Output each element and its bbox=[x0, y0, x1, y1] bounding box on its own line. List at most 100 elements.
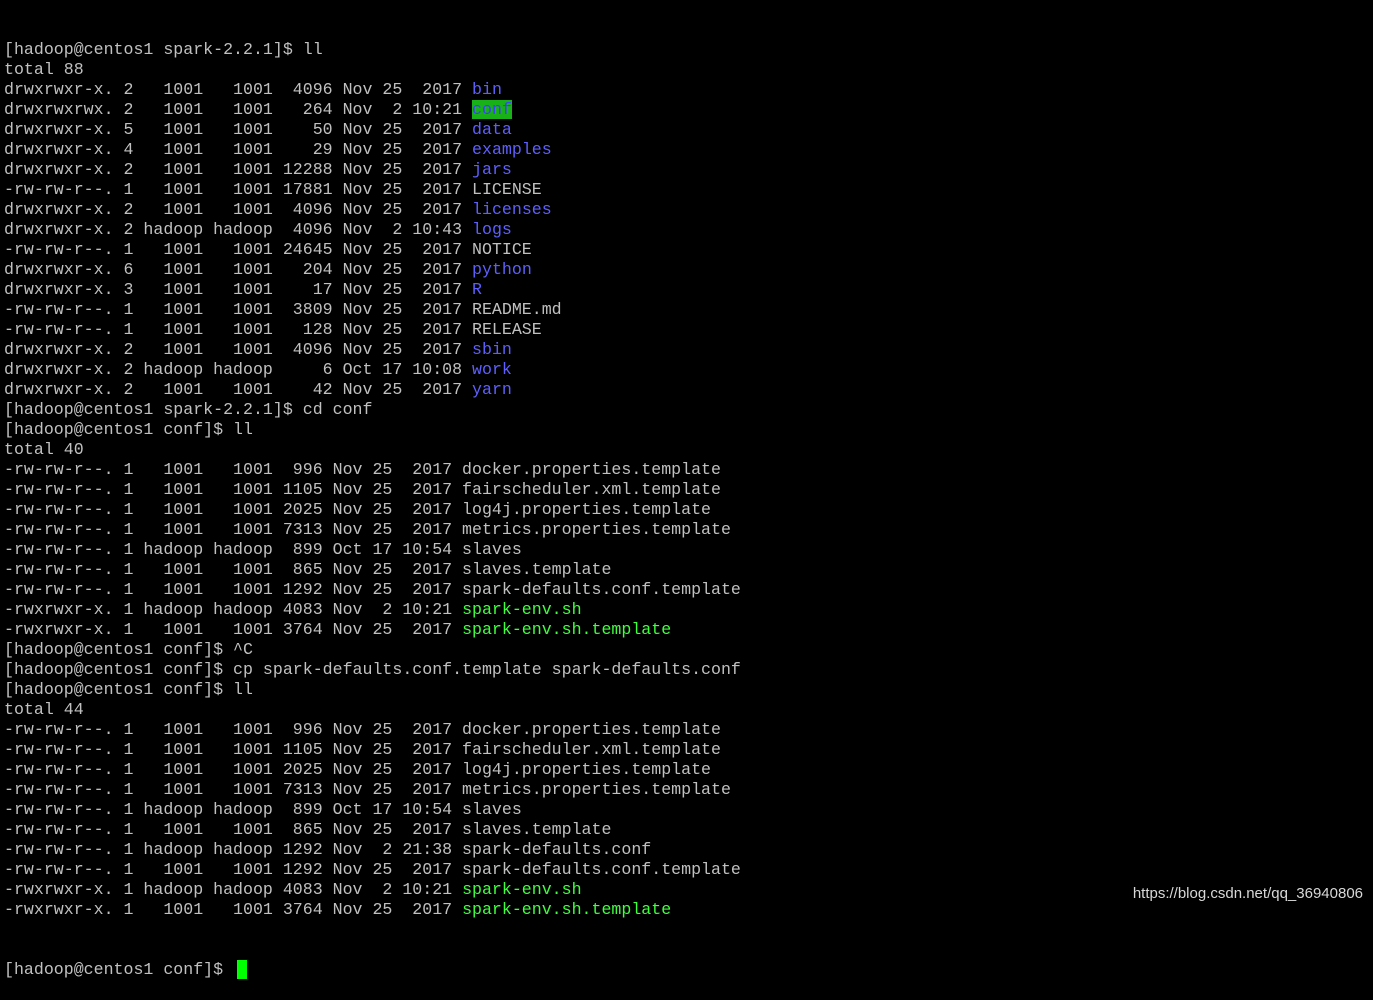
terminal-line: [hadoop@centos1 spark-2.2.1]$ ll bbox=[4, 40, 1373, 60]
line-text: -rw-rw-r--. 1 1001 1001 128 Nov 25 2017 … bbox=[4, 320, 542, 339]
terminal-line: drwxrwxr-x. 5 1001 1001 50 Nov 25 2017 d… bbox=[4, 120, 1373, 140]
directory-name: R bbox=[472, 280, 482, 299]
terminal-line: drwxrwxr-x. 2 hadoop hadoop 6 Oct 17 10:… bbox=[4, 360, 1373, 380]
directory-name: yarn bbox=[472, 380, 512, 399]
directory-name: work bbox=[472, 360, 512, 379]
line-text: -rw-rw-r--. 1 hadoop hadoop 1292 Nov 2 2… bbox=[4, 840, 652, 859]
terminal-line: -rw-rw-r--. 1 1001 1001 7313 Nov 25 2017… bbox=[4, 780, 1373, 800]
terminal-line: -rw-rw-r--. 1 1001 1001 2025 Nov 25 2017… bbox=[4, 500, 1373, 520]
line-text: -rw-rw-r--. 1 1001 1001 2025 Nov 25 2017… bbox=[4, 500, 712, 519]
terminal-line: -rw-rw-r--. 1 1001 1001 7313 Nov 25 2017… bbox=[4, 520, 1373, 540]
line-text: drwxrwxr-x. 2 1001 1001 42 Nov 25 2017 bbox=[4, 380, 473, 399]
directory-name: data bbox=[472, 120, 512, 139]
terminal-line: -rwxrwxr-x. 1 1001 1001 3764 Nov 25 2017… bbox=[4, 900, 1373, 920]
line-text: drwxrwxr-x. 2 1001 1001 4096 Nov 25 2017 bbox=[4, 200, 473, 219]
line-text: -rwxrwxr-x. 1 1001 1001 3764 Nov 25 2017 bbox=[4, 620, 463, 639]
terminal-line: -rw-rw-r--. 1 1001 1001 865 Nov 25 2017 … bbox=[4, 560, 1373, 580]
terminal-line: drwxrwxr-x. 4 1001 1001 29 Nov 25 2017 e… bbox=[4, 140, 1373, 160]
directory-name: conf bbox=[472, 100, 512, 119]
line-text: -rw-rw-r--. 1 1001 1001 2025 Nov 25 2017… bbox=[4, 760, 712, 779]
executable-file-name: spark-env.sh.template bbox=[462, 620, 672, 639]
line-text: -rw-rw-r--. 1 hadoop hadoop 899 Oct 17 1… bbox=[4, 800, 522, 819]
terminal-line: -rwxrwxr-x. 1 1001 1001 3764 Nov 25 2017… bbox=[4, 620, 1373, 640]
line-text: -rwxrwxr-x. 1 hadoop hadoop 4083 Nov 2 1… bbox=[4, 880, 463, 899]
line-text: drwxrwxr-x. 2 1001 1001 12288 Nov 25 201… bbox=[4, 160, 473, 179]
line-text: -rw-rw-r--. 1 1001 1001 1105 Nov 25 2017… bbox=[4, 480, 721, 499]
terminal-line: -rw-rw-r--. 1 1001 1001 1292 Nov 25 2017… bbox=[4, 860, 1373, 880]
terminal-line: [hadoop@centos1 conf]$ cp spark-defaults… bbox=[4, 660, 1373, 680]
terminal-line: -rw-rw-r--. 1 1001 1001 865 Nov 25 2017 … bbox=[4, 820, 1373, 840]
line-text: total 44 bbox=[4, 700, 84, 719]
terminal-line: total 44 bbox=[4, 700, 1373, 720]
terminal-line: drwxrwxr-x. 2 1001 1001 42 Nov 25 2017 y… bbox=[4, 380, 1373, 400]
line-text: -rwxrwxr-x. 1 1001 1001 3764 Nov 25 2017 bbox=[4, 900, 463, 919]
line-text: drwxrwxr-x. 2 1001 1001 4096 Nov 25 2017 bbox=[4, 340, 473, 359]
directory-name: jars bbox=[472, 160, 512, 179]
line-text: -rw-rw-r--. 1 1001 1001 1292 Nov 25 2017… bbox=[4, 860, 741, 879]
executable-file-name: spark-env.sh bbox=[462, 600, 582, 619]
terminal-line: -rw-rw-r--. 1 hadoop hadoop 899 Oct 17 1… bbox=[4, 800, 1373, 820]
line-text: [hadoop@centos1 spark-2.2.1]$ cd conf bbox=[4, 400, 373, 419]
line-text: -rwxrwxr-x. 1 hadoop hadoop 4083 Nov 2 1… bbox=[4, 600, 463, 619]
terminal-line: -rw-rw-r--. 1 hadoop hadoop 1292 Nov 2 2… bbox=[4, 840, 1373, 860]
terminal-line: [hadoop@centos1 conf]$ ll bbox=[4, 420, 1373, 440]
line-text: -rw-rw-r--. 1 1001 1001 865 Nov 25 2017 … bbox=[4, 820, 612, 839]
executable-file-name: spark-env.sh.template bbox=[462, 900, 672, 919]
line-text: -rw-rw-r--. 1 1001 1001 3809 Nov 25 2017… bbox=[4, 300, 562, 319]
terminal-line: -rw-rw-r--. 1 1001 1001 3809 Nov 25 2017… bbox=[4, 300, 1373, 320]
terminal-line: drwxrwxr-x. 2 1001 1001 12288 Nov 25 201… bbox=[4, 160, 1373, 180]
terminal-line: total 40 bbox=[4, 440, 1373, 460]
line-text: [hadoop@centos1 conf]$ ^C bbox=[4, 640, 253, 659]
terminal-line: drwxrwxr-x. 2 1001 1001 4096 Nov 25 2017… bbox=[4, 200, 1373, 220]
line-text: drwxrwxr-x. 2 1001 1001 4096 Nov 25 2017 bbox=[4, 80, 473, 99]
directory-name: examples bbox=[472, 140, 552, 159]
line-text: -rw-rw-r--. 1 1001 1001 865 Nov 25 2017 … bbox=[4, 560, 612, 579]
line-text: -rw-rw-r--. 1 1001 1001 24645 Nov 25 201… bbox=[4, 240, 532, 259]
terminal-line: -rw-rw-r--. 1 1001 1001 996 Nov 25 2017 … bbox=[4, 460, 1373, 480]
line-text: drwxrwxr-x. 2 hadoop hadoop 4096 Nov 2 1… bbox=[4, 220, 473, 239]
line-text: -rw-rw-r--. 1 hadoop hadoop 899 Oct 17 1… bbox=[4, 540, 522, 559]
terminal-window[interactable]: [hadoop@centos1 spark-2.2.1]$ ll total 88… bbox=[4, 0, 1373, 979]
line-text: drwxrwxr-x. 5 1001 1001 50 Nov 25 2017 bbox=[4, 120, 473, 139]
terminal-line: drwxrwxr-x. 3 1001 1001 17 Nov 25 2017 R bbox=[4, 280, 1373, 300]
line-text: drwxrwxrwx. 2 1001 1001 264 Nov 2 10:21 bbox=[4, 100, 473, 119]
terminal-line: total 88 bbox=[4, 60, 1373, 80]
terminal-line: -rw-rw-r--. 1 1001 1001 24645 Nov 25 201… bbox=[4, 240, 1373, 260]
line-text: drwxrwxr-x. 3 1001 1001 17 Nov 25 2017 bbox=[4, 280, 473, 299]
terminal-line: [hadoop@centos1 spark-2.2.1]$ cd conf bbox=[4, 400, 1373, 420]
terminal-line: -rwxrwxr-x. 1 hadoop hadoop 4083 Nov 2 1… bbox=[4, 600, 1373, 620]
terminal-line: -rw-rw-r--. 1 1001 1001 17881 Nov 25 201… bbox=[4, 180, 1373, 200]
directory-name: licenses bbox=[472, 200, 552, 219]
line-text: [hadoop@centos1 conf]$ cp spark-defaults… bbox=[4, 660, 741, 679]
terminal-line: -rw-rw-r--. 1 hadoop hadoop 899 Oct 17 1… bbox=[4, 540, 1373, 560]
prompt-text: [hadoop@centos1 conf]$ bbox=[4, 960, 234, 979]
terminal-line: drwxrwxr-x. 2 1001 1001 4096 Nov 25 2017… bbox=[4, 340, 1373, 360]
terminal-line: drwxrwxr-x. 2 hadoop hadoop 4096 Nov 2 1… bbox=[4, 220, 1373, 240]
directory-name: bin bbox=[472, 80, 502, 99]
line-text: total 88 bbox=[4, 60, 84, 79]
terminal-prompt-line[interactable]: [hadoop@centos1 conf]$ bbox=[4, 960, 1373, 980]
line-text: total 40 bbox=[4, 440, 84, 459]
line-text: -rw-rw-r--. 1 1001 1001 1292 Nov 25 2017… bbox=[4, 580, 741, 599]
line-text: -rw-rw-r--. 1 1001 1001 7313 Nov 25 2017… bbox=[4, 520, 731, 539]
line-text: drwxrwxr-x. 4 1001 1001 29 Nov 25 2017 bbox=[4, 140, 473, 159]
terminal-line: drwxrwxr-x. 6 1001 1001 204 Nov 25 2017 … bbox=[4, 260, 1373, 280]
line-text: -rw-rw-r--. 1 1001 1001 996 Nov 25 2017 … bbox=[4, 720, 721, 739]
directory-name: sbin bbox=[472, 340, 512, 359]
directory-name: python bbox=[472, 260, 532, 279]
directory-name: logs bbox=[472, 220, 512, 239]
line-text: [hadoop@centos1 conf]$ ll bbox=[4, 420, 253, 439]
terminal-line: [hadoop@centos1 conf]$ ^C bbox=[4, 640, 1373, 660]
terminal-line: -rw-rw-r--. 1 1001 1001 1105 Nov 25 2017… bbox=[4, 740, 1373, 760]
terminal-output: [hadoop@centos1 spark-2.2.1]$ ll total 88… bbox=[4, 40, 1373, 920]
line-text: -rw-rw-r--. 1 1001 1001 7313 Nov 25 2017… bbox=[4, 780, 731, 799]
text-cursor bbox=[237, 960, 248, 979]
line-text: -rw-rw-r--. 1 1001 1001 996 Nov 25 2017 … bbox=[4, 460, 721, 479]
line-text: [hadoop@centos1 conf]$ ll bbox=[4, 680, 253, 699]
line-text: -rw-rw-r--. 1 1001 1001 1105 Nov 25 2017… bbox=[4, 740, 721, 759]
line-text: [hadoop@centos1 spark-2.2.1]$ ll bbox=[4, 40, 323, 59]
executable-file-name: spark-env.sh bbox=[462, 880, 582, 899]
line-text: drwxrwxr-x. 6 1001 1001 204 Nov 25 2017 bbox=[4, 260, 473, 279]
terminal-line: -rw-rw-r--. 1 1001 1001 128 Nov 25 2017 … bbox=[4, 320, 1373, 340]
terminal-line: -rw-rw-r--. 1 1001 1001 1105 Nov 25 2017… bbox=[4, 480, 1373, 500]
